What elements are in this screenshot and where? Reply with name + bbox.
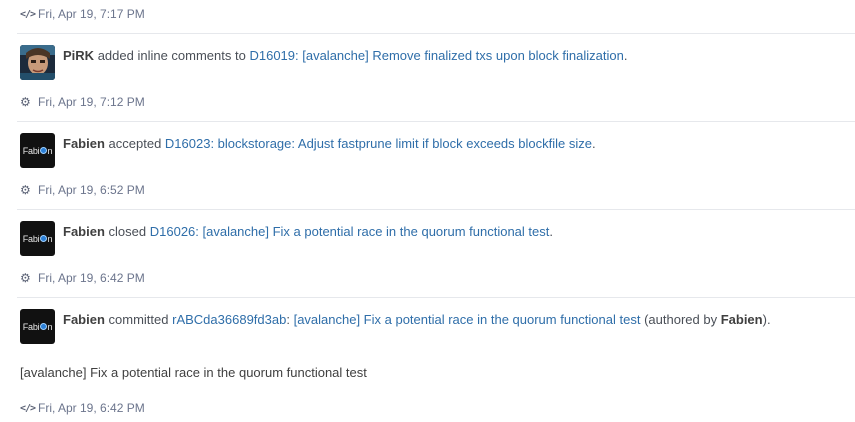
avatar[interactable]: Fabi n [20,309,55,344]
avatar-image [20,45,55,80]
authored-user-link[interactable]: Fabien [721,312,763,327]
story-line: Fabien closed D16026: [avalanche] Fix a … [63,224,553,240]
gear-icon: ⚙ [20,183,31,197]
revision-link[interactable]: D16026: [avalanche] Fix a potential race… [150,224,550,239]
avatar[interactable]: Fabi n [20,221,55,256]
avatar-text: n [47,321,53,332]
story-suffix: . [549,224,553,239]
feed-story: Fabi n Fabien closed D16026: [avalanche] … [20,221,855,257]
timestamp: Fri, Apr 19, 7:12 PM [38,95,145,109]
avatar-dot [40,323,48,330]
gear-icon: ⚙ [20,95,31,109]
timestamp: Fri, Apr 19, 6:42 PM [38,401,145,415]
story-verb: closed [108,224,147,239]
user-link[interactable]: Fabien [63,312,105,327]
story-verb: committed [108,312,169,327]
story-line: Fabien committed rABCda36689fd3ab: [aval… [63,312,771,328]
timestamp-row: </> Fri, Apr 19, 7:17 PM [20,6,145,22]
timestamp: Fri, Apr 19, 7:17 PM [38,7,145,21]
code-icon: </> [20,402,36,414]
avatar-text: Fabi [22,233,40,244]
gear-icon: ⚙ [20,271,31,285]
avatar[interactable]: Fabi n [20,133,55,168]
commit-body: [avalanche] Fix a potential race in the … [20,365,367,380]
story-suffix: . [591,136,596,151]
commit-separator: : [286,312,290,327]
user-link[interactable]: Fabien [63,136,105,151]
commit-link[interactable]: rABCda36689fd3ab [172,312,286,327]
timestamp: Fri, Apr 19, 6:42 PM [38,271,145,285]
timestamp: Fri, Apr 19, 6:52 PM [38,183,145,197]
user-link[interactable]: PiRK [63,48,94,63]
story-line: Fabien accepted D16023: blockstorage: Ad… [63,136,596,152]
user-link[interactable]: Fabien [63,224,105,239]
feed-story: Fabi n Fabien committed rABCda36689fd3ab:… [20,309,855,345]
revision-link[interactable]: D16019: [avalanche] Remove finalized txs… [249,48,623,63]
timestamp-row: ⚙ Fri, Apr 19, 6:52 PM [20,182,145,198]
story-verb: added inline comments to [97,48,246,63]
authored-suffix: ). [762,312,771,327]
avatar-text: Fabi [22,145,40,156]
avatar[interactable] [20,45,55,80]
commit-message-link[interactable]: [avalanche] Fix a potential race in the … [294,312,641,327]
story-verb: accepted [108,136,162,151]
story-line: PiRK added inline comments to D16019: [a… [63,48,627,64]
avatar-text: n [47,233,53,244]
code-icon: </> [20,8,36,20]
story-suffix: . [623,48,628,63]
timestamp-row: ⚙ Fri, Apr 19, 6:42 PM [20,270,145,286]
timestamp-row: </> Fri, Apr 19, 6:42 PM [20,400,145,416]
avatar-dot [40,235,48,242]
authored-prefix: (authored by [644,312,718,327]
avatar-dot [40,147,48,154]
avatar-text: Fabi [22,321,40,332]
divider [17,297,855,298]
timestamp-row: ⚙ Fri, Apr 19, 7:12 PM [20,94,145,110]
feed-story: PiRK added inline comments to D16019: [a… [20,45,855,81]
divider [17,33,855,34]
divider [17,209,855,210]
divider [17,121,855,122]
feed-story: Fabi n Fabien accepted D16023: blockstora… [20,133,855,169]
avatar-text: n [47,145,53,156]
activity-feed: </> Fri, Apr 19, 7:17 PM PiRK added inli… [0,0,855,422]
revision-link[interactable]: D16023: blockstorage: Adjust fastprune l… [165,136,592,151]
